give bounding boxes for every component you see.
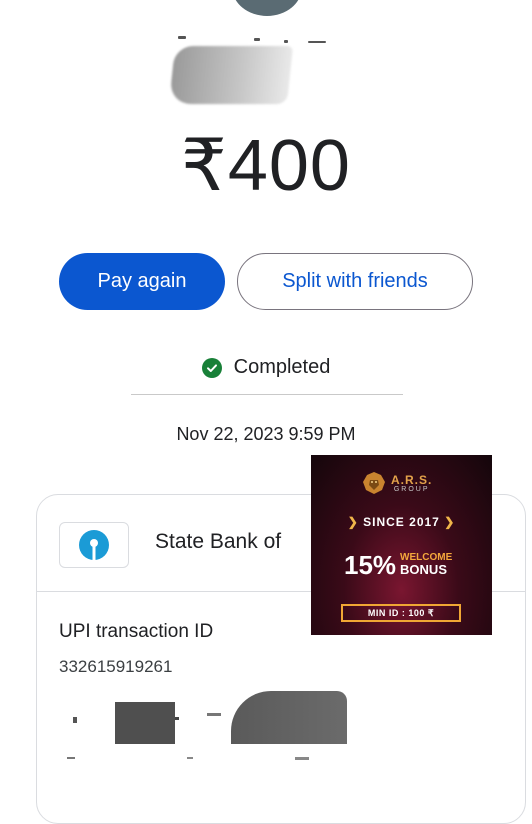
ad-bonus: 15% WELCOME BONUS	[344, 552, 452, 578]
chevron-right-icon: ❯	[347, 515, 359, 529]
ad-logo: A.R.S. GROUP	[361, 471, 432, 495]
redacted-name	[168, 46, 294, 104]
divider	[131, 394, 403, 395]
status-row: Completed	[0, 356, 532, 379]
check-circle-icon	[201, 357, 222, 378]
ad-since-text: SINCE 2017	[363, 515, 440, 529]
ad-percent: 15%	[344, 550, 397, 580]
upi-transaction-id-label: UPI transaction ID	[59, 621, 214, 642]
bank-name: State Bank of	[155, 530, 282, 553]
ad-min-id: MIN ID : 100 ₹	[341, 604, 461, 622]
payment-amount: ₹400	[181, 126, 351, 206]
upi-transaction-id-value[interactable]: 332615919261	[59, 657, 172, 677]
ad-brand: A.R.S.	[391, 472, 433, 487]
pay-again-button[interactable]: Pay again	[59, 253, 225, 310]
split-with-friends-button[interactable]: Split with friends	[237, 253, 473, 310]
avatar	[232, 0, 302, 16]
lion-icon	[363, 472, 385, 494]
ad-bonus-word: BONUS	[400, 562, 447, 577]
ad-group: GROUP	[393, 485, 430, 493]
sbi-logo-icon	[59, 522, 129, 568]
chevron-right-icon: ❯	[444, 515, 456, 529]
ad-since: ❯ SINCE 2017 ❯	[311, 515, 492, 529]
transaction-datetime: Nov 22, 2023 9:59 PM	[176, 424, 356, 444]
redacted-name-strokes	[176, 34, 326, 44]
status-text: Completed	[233, 356, 331, 378]
ad-banner[interactable]: A.R.S. GROUP ❯ SINCE 2017 ❯ 15% WELCOME …	[311, 455, 492, 635]
